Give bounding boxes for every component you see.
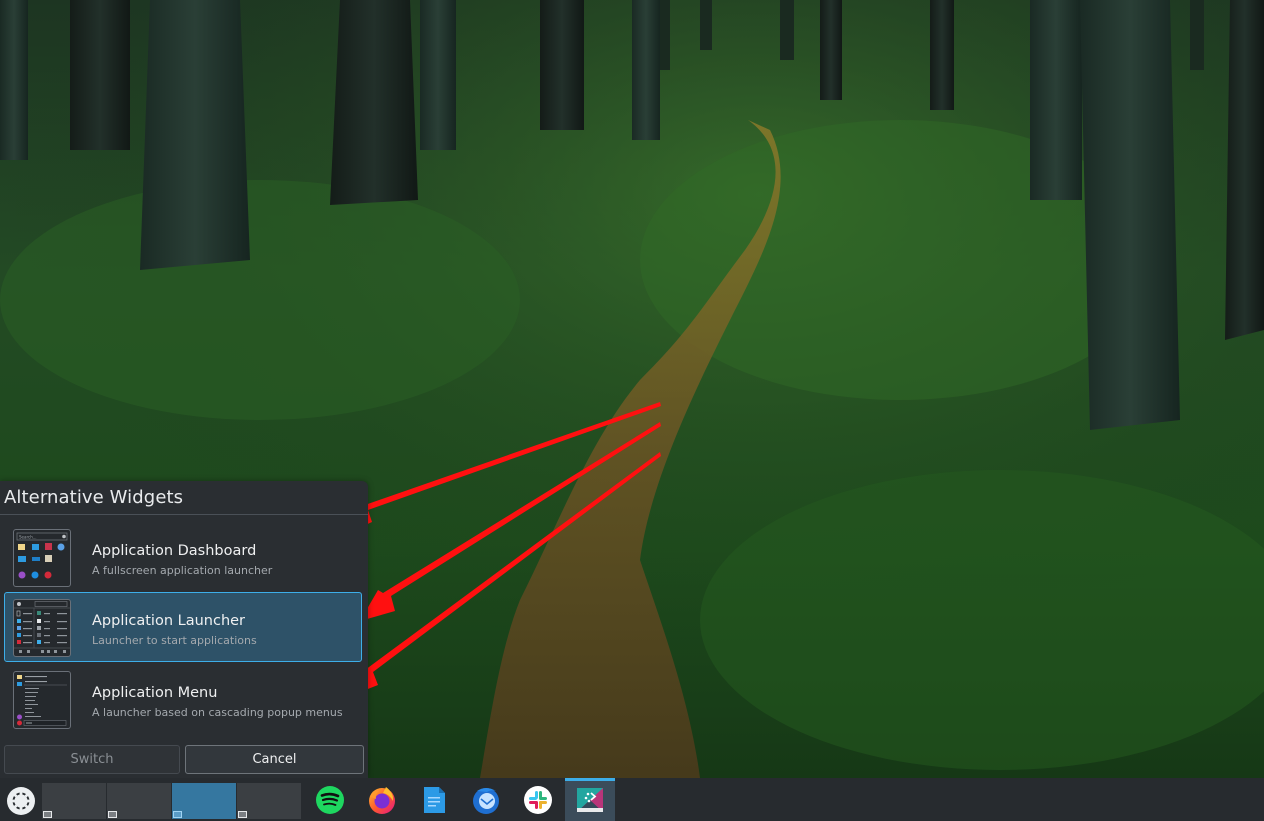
task-text-document[interactable] (409, 778, 459, 821)
application-launcher-button[interactable] (6, 786, 36, 816)
popup-title: Alternative Widgets (4, 487, 184, 508)
thunderbird-icon (473, 788, 499, 814)
widget-option-title: Application Launcher (92, 613, 246, 629)
pager-window-indicator (43, 811, 52, 818)
plasma-widgets-icon (577, 788, 603, 812)
kde-gear-icon (7, 787, 35, 815)
alternative-widgets-popup: Alternative Widgets Search... Applicatio… (0, 481, 368, 778)
switch-button[interactable]: Switch (4, 745, 180, 774)
title-separator (0, 514, 368, 515)
widget-option-application-launcher[interactable]: Application Launcher Launcher to start a… (4, 592, 362, 662)
application-launcher-preview (13, 599, 71, 657)
widget-option-description: A launcher based on cascading popup menu… (92, 706, 343, 719)
pager-window-indicator (108, 811, 117, 818)
widget-option-description: A fullscreen application launcher (92, 564, 273, 577)
spotify-icon (316, 786, 344, 814)
pager-window-indicator (173, 811, 182, 818)
application-menu-preview (13, 671, 71, 729)
task-firefox[interactable] (357, 778, 407, 821)
widget-option-title: Application Dashboard (92, 543, 257, 559)
pager-window-indicator (238, 811, 247, 818)
document-icon (424, 787, 445, 813)
task-slack[interactable] (513, 778, 563, 821)
application-dashboard-preview: Search... (13, 529, 71, 587)
firefox-icon (369, 787, 395, 814)
pager-desktop-4[interactable] (237, 783, 301, 819)
slack-icon (524, 786, 552, 814)
cancel-button[interactable]: Cancel (185, 745, 364, 774)
task-spotify[interactable] (305, 778, 355, 821)
dashboard-preview-search-text: Search... (19, 535, 37, 540)
widget-option-description: Launcher to start applications (92, 634, 257, 647)
pager-desktop-2[interactable] (107, 783, 171, 819)
pager-desktop-1[interactable] (42, 783, 106, 819)
pager-desktop-3[interactable] (172, 783, 236, 819)
task-thunderbird[interactable] (461, 778, 511, 821)
widget-option-application-dashboard[interactable]: Search... Application Dashboard A fullsc… (4, 522, 362, 592)
widget-option-title: Application Menu (92, 685, 218, 701)
taskbar-panel (0, 778, 1264, 821)
task-plasma-widget-explorer[interactable] (565, 778, 615, 821)
widget-option-application-menu[interactable]: Application Menu A launcher based on cas… (4, 664, 362, 734)
